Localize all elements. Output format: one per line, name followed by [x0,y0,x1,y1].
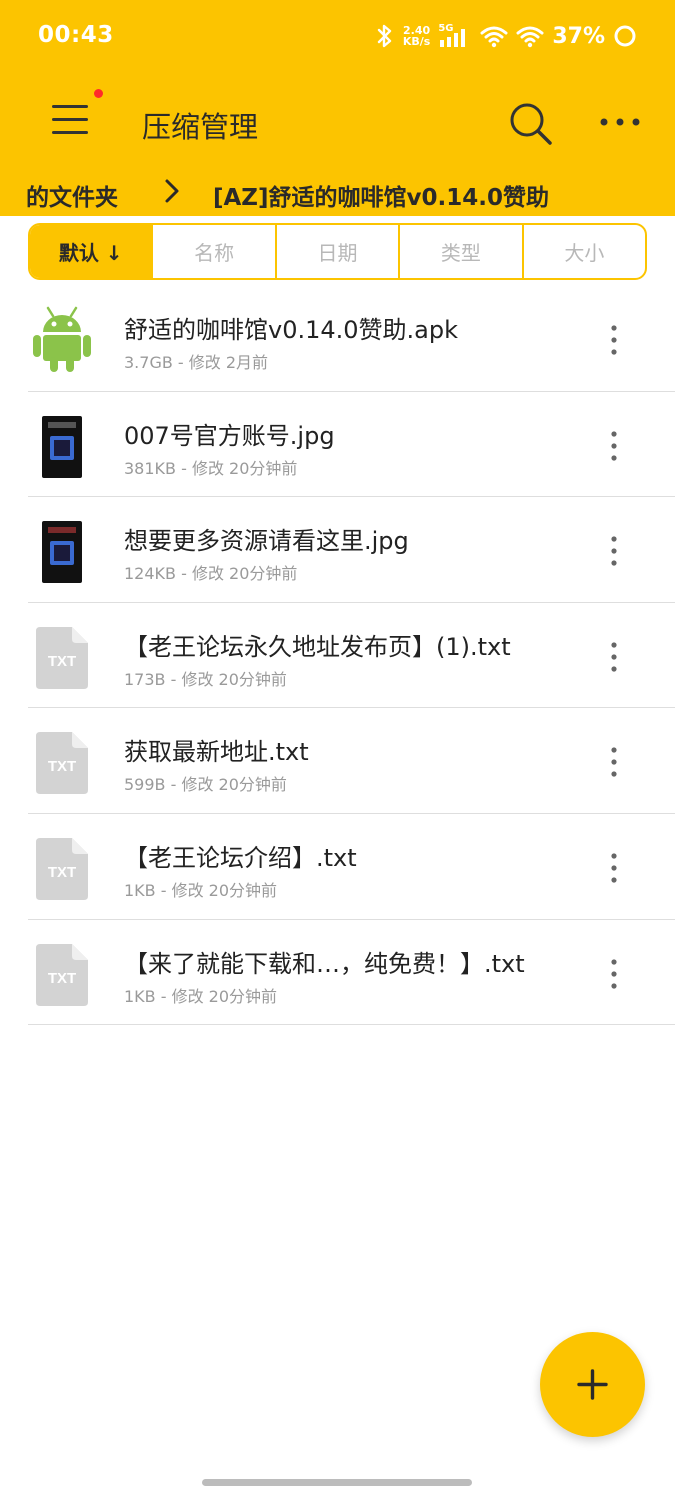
sort-tab-name[interactable]: 名称 [151,225,274,278]
wifi-icon [480,26,508,48]
more-icon [600,118,640,126]
sort-tab-size[interactable]: 大小 [521,225,645,278]
file-meta: 1KB - 修改 20分钟前 [124,880,278,900]
image-thumbnail [30,410,94,480]
file-row[interactable]: 007号官方账号.jpg 381KB - 修改 20分钟前 [0,392,675,498]
txt-file-icon: TXT [30,938,94,1008]
file-meta: 1KB - 修改 20分钟前 [124,986,278,1006]
file-name: 想要更多资源请看这里.jpg [124,527,409,556]
plus-icon [577,1369,608,1400]
menu-icon [52,105,88,134]
kebab-menu-icon [611,430,617,461]
txt-icon-label: TXT [48,653,76,670]
image-thumbnail [30,515,94,585]
file-row[interactable]: 想要更多资源请看这里.jpg 124KB - 修改 20分钟前 [0,497,675,603]
file-meta: 173B - 修改 20分钟前 [124,669,287,689]
file-name: 获取最新地址.txt [124,738,309,767]
breadcrumb-item-parent[interactable]: 的文件夹 [26,178,118,212]
file-row[interactable]: 舒适的咖啡馆v0.14.0赞助.apk 3.7GB - 修改 2月前 [0,286,675,392]
kebab-menu-icon [611,853,617,883]
txt-file-icon: TXT [30,621,94,691]
kebab-menu-icon [611,325,617,355]
page-title: 压缩管理 [142,110,259,144]
kebab-menu-icon [611,958,617,989]
file-row[interactable]: TXT 【老王论坛永久地址发布页】(1).txt 173B - 修改 20分钟前 [0,603,675,709]
kebab-menu-icon [611,747,617,777]
file-options-button[interactable] [600,533,628,569]
android-icon [30,304,94,374]
file-meta: 381KB - 修改 20分钟前 [124,458,298,478]
status-time: 00:43 [38,22,114,48]
file-meta: 3.7GB - 修改 2月前 [124,353,269,372]
sort-tab-default[interactable]: 默认 ↓ [30,225,152,278]
file-options-button[interactable] [600,850,628,886]
sort-tab-date[interactable]: 日期 [274,225,398,278]
bluetooth-icon [377,24,392,48]
sort-tabs: 默认 ↓ 名称 日期 类型 大小 [28,223,647,280]
file-options-button[interactable] [600,639,628,675]
row-divider [28,1024,675,1026]
net-speed: 2.40 KB/s [403,25,430,47]
kebab-menu-icon [611,536,617,566]
breadcrumb: 的文件夹 [AZ]舒适的咖啡馆v0.14.0赞助 [0,170,675,216]
file-name: 【老王论坛永久地址发布页】(1).txt [124,632,511,661]
file-list: 舒适的咖啡馆v0.14.0赞助.apk 3.7GB - 修改 2月前 007号官… [0,286,675,1026]
battery-percent: 37% [552,23,605,49]
txt-file-icon: TXT [30,726,94,796]
status-bar: 00:43 2.40 KB/s 5G 37% [0,0,675,72]
txt-icon-label: TXT [48,758,76,775]
txt-file-icon: TXT [30,832,94,902]
file-options-button[interactable] [600,322,628,358]
cellular-signal: 5G [438,23,472,49]
file-name: 007号官方账号.jpg [124,421,335,450]
file-name: 【老王论坛介绍】.txt [124,843,357,872]
txt-icon-label: TXT [48,970,76,987]
file-row[interactable]: TXT 【来了就能下载和…，纯免费！】.txt 1KB - 修改 20分钟前 [0,920,675,1026]
app-bar: 00:43 2.40 KB/s 5G 37% 压缩管理 的文件夹 [AZ]舒适的… [0,0,675,216]
wifi-icon [516,26,544,48]
net-speed-unit: KB/s [402,35,431,48]
battery-ring-icon [614,25,636,47]
file-name: 舒适的咖啡馆v0.14.0赞助.apk [124,316,459,344]
sort-tab-type[interactable]: 类型 [398,225,521,278]
home-indicator[interactable] [202,1479,472,1486]
search-icon [510,103,552,145]
file-meta: 124KB - 修改 20分钟前 [124,564,298,584]
file-options-button[interactable] [600,744,628,780]
kebab-menu-icon [611,642,617,672]
menu-button[interactable] [48,100,92,140]
txt-icon-label: TXT [48,864,76,881]
file-name: 【来了就能下载和…，纯免费！】.txt [124,949,525,978]
search-button[interactable] [506,100,556,148]
signal-icon [440,29,466,47]
file-options-button[interactable] [600,428,628,464]
file-options-button[interactable] [600,956,628,992]
file-row[interactable]: TXT 获取最新地址.txt 599B - 修改 20分钟前 [0,708,675,814]
breadcrumb-item-current[interactable]: [AZ]舒适的咖啡馆v0.14.0赞助 [213,178,549,212]
status-icons: 2.40 KB/s 5G 37% [375,20,637,52]
file-row[interactable]: TXT 【老王论坛介绍】.txt 1KB - 修改 20分钟前 [0,814,675,920]
add-button[interactable] [540,1332,645,1437]
more-options-button[interactable] [596,104,646,140]
notification-dot [94,89,103,98]
chevron-right-icon [165,179,179,203]
file-meta: 599B - 修改 20分钟前 [124,775,287,795]
